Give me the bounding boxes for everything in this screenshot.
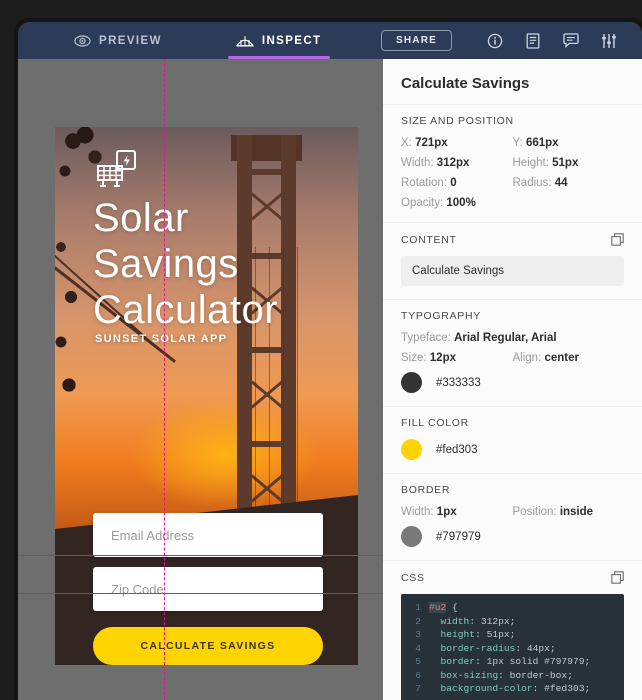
document-icon[interactable]: [514, 22, 552, 59]
row-wh: Width: 312px Height: 51px: [401, 157, 624, 169]
email-field[interactable]: Email Address: [93, 513, 323, 557]
bridge-icon: [236, 34, 254, 47]
field-y: Y: 661px: [512, 137, 559, 149]
tab-inspect[interactable]: INSPECT: [220, 22, 338, 59]
row-size-align: Size: 12px Align: center: [401, 352, 624, 364]
section-border: BORDER Width: 1px Position: inside #7979…: [383, 473, 642, 560]
zip-field-placeholder: Zip Code: [111, 581, 164, 597]
fill-color-hex: #fed303: [436, 443, 478, 456]
typography-color: #333333: [401, 372, 624, 393]
comment-icon[interactable]: [552, 22, 590, 59]
section-size-position: SIZE AND POSITION X: 721px Y: 661px Widt…: [383, 104, 642, 222]
typography-heading: TYPOGRAPHY: [401, 310, 481, 322]
fill-color: #fed303: [401, 439, 624, 460]
toolbar-actions: SHARE: [380, 22, 642, 59]
border-color-swatch[interactable]: [401, 526, 422, 547]
field-opacity: Opacity: 100%: [401, 197, 476, 209]
row-xy: X: 721px Y: 661px: [401, 137, 624, 149]
section-content: CONTENT Calculate Savings: [383, 222, 642, 299]
info-icon[interactable]: [476, 22, 514, 59]
tab-inspect-label: INSPECT: [261, 34, 322, 47]
typography-color-swatch[interactable]: [401, 372, 422, 393]
solar-panel-bolt-icon: [95, 149, 139, 193]
eye-icon: [74, 34, 91, 47]
design-canvas[interactable]: Solar Savings Calculator SUNSET SOLAR APP …: [18, 59, 383, 700]
content-heading: CONTENT: [401, 233, 457, 246]
field-width: Width: 312px: [401, 157, 470, 169]
field-align: Align: center: [512, 352, 580, 364]
fill-color-heading: FILL COLOR: [401, 417, 469, 429]
hero-headline: Solar Savings Calculator: [93, 196, 279, 332]
field-font-size: Size: 12px: [401, 352, 456, 364]
field-rotation: Rotation: 0: [401, 177, 457, 189]
email-field-placeholder: Email Address: [111, 527, 195, 543]
field-x: X: 721px: [401, 137, 448, 149]
top-toolbar: PREVIEW INSPECT SHARE: [18, 22, 642, 59]
tab-preview-label: PREVIEW: [99, 34, 162, 47]
content-value[interactable]: Calculate Savings: [401, 256, 624, 286]
calculate-savings-button[interactable]: CALCULATE SAVINGS: [93, 627, 323, 665]
css-code-block[interactable]: 1 #u2 { 2 width: 312px; 3 height: 51px; 4…: [401, 594, 624, 700]
copy-icon[interactable]: [611, 571, 624, 584]
share-button[interactable]: SHARE: [380, 30, 452, 51]
section-fill-color: FILL COLOR #fed303: [383, 406, 642, 473]
panel-title: Calculate Savings: [401, 75, 530, 92]
copy-icon[interactable]: [611, 233, 624, 246]
border-heading: BORDER: [401, 484, 451, 496]
field-radius: Radius: 44: [512, 177, 568, 189]
row-border: Width: 1px Position: inside: [401, 506, 624, 518]
sliders-icon[interactable]: [590, 22, 628, 59]
zip-field[interactable]: Zip Code: [93, 567, 323, 611]
field-height: Height: 51px: [512, 157, 579, 169]
field-typeface: Typeface: Arial Regular, Arial: [401, 332, 557, 344]
hero-subtitle: SUNSET SOLAR APP: [95, 333, 228, 345]
inspector-panel: Calculate Savings SIZE AND POSITION X: 7…: [383, 59, 642, 700]
row-typeface: Typeface: Arial Regular, Arial: [401, 332, 624, 344]
field-border-width: Width: 1px: [401, 506, 457, 518]
border-color-hex: #797979: [436, 530, 481, 543]
size-position-heading: SIZE AND POSITION: [401, 115, 514, 127]
app-root: PREVIEW INSPECT SHARE Solar Savings Calc…: [0, 0, 642, 700]
border-color: #797979: [401, 526, 624, 547]
app-window: PREVIEW INSPECT SHARE Solar Savings Calc…: [18, 22, 642, 700]
mobile-mockup: Solar Savings Calculator SUNSET SOLAR APP …: [55, 127, 358, 665]
field-border-position: Position: inside: [512, 506, 594, 518]
fill-color-swatch[interactable]: [401, 439, 422, 460]
row-rotation-radius: Rotation: 0 Radius: 44: [401, 177, 624, 189]
typography-color-hex: #333333: [436, 376, 481, 389]
row-opacity: Opacity: 100%: [401, 197, 624, 209]
section-css: CSS 1 #u2 { 2 width: 312px; 3 height: 51p…: [383, 560, 642, 700]
section-typography: TYPOGRAPHY Typeface: Arial Regular, Aria…: [383, 299, 642, 406]
css-heading: CSS: [401, 571, 425, 584]
tab-preview[interactable]: PREVIEW: [58, 22, 178, 59]
